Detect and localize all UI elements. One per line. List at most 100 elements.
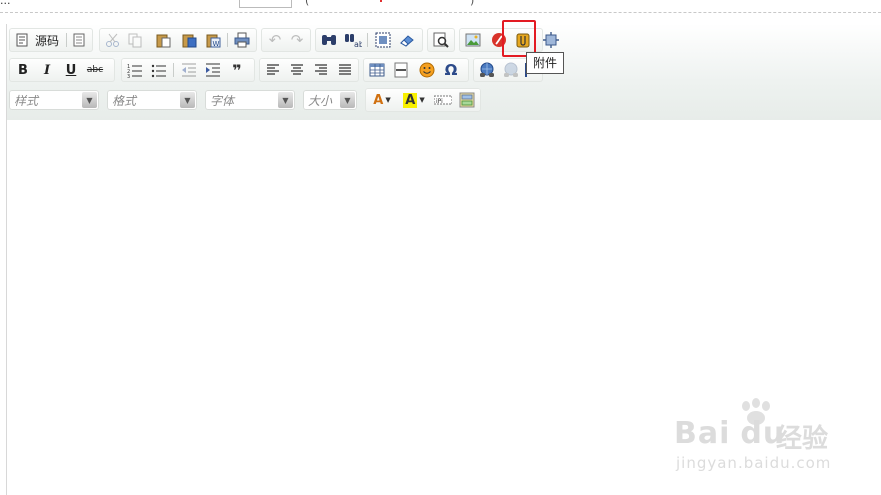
horizontal-rule-button[interactable] <box>391 61 411 79</box>
chevron-down-icon[interactable]: ▼ <box>278 92 293 108</box>
top-strip: ... ( ) <box>0 0 881 12</box>
paste-text-button[interactable] <box>179 31 199 49</box>
ordered-list-icon: 123 <box>127 64 142 78</box>
undo-button[interactable]: ↶ <box>265 31 285 49</box>
redo-icon: ↷ <box>290 31 304 49</box>
paste-text-icon <box>182 34 197 48</box>
replace-icon: ab <box>345 34 362 48</box>
bg-color-icon: A <box>403 92 418 108</box>
show-blocks-button[interactable] <box>457 91 477 109</box>
align-left-icon <box>267 64 279 75</box>
undo-icon: ↶ <box>268 31 282 49</box>
page-break-button[interactable]: iPi <box>433 91 453 109</box>
watermark-cn: 经验 <box>776 424 829 454</box>
paste-button[interactable] <box>153 31 173 49</box>
baidu-watermark: Bai du 经验 jingyan.baidu.com <box>674 398 844 478</box>
preview-icon <box>433 32 449 48</box>
style-combo[interactable]: 样式 ▼ <box>9 90 99 110</box>
remove-format-button[interactable] <box>397 31 417 49</box>
find-button[interactable] <box>319 31 339 49</box>
cut-button[interactable] <box>103 31 123 49</box>
size-combo-label: 大小 <box>308 94 333 108</box>
copy-icon <box>128 33 142 48</box>
chevron-down-icon[interactable]: ▼ <box>82 92 97 108</box>
size-combo[interactable]: 大小 ▼ <box>303 90 357 110</box>
bg-color-button[interactable]: A ▼ <box>401 91 427 109</box>
special-char-button[interactable]: Ω <box>441 61 461 79</box>
table-button[interactable] <box>367 61 387 79</box>
copy-button[interactable] <box>125 31 145 49</box>
group-preview <box>427 28 455 52</box>
strike-button[interactable]: abc <box>85 61 105 79</box>
align-justify-button[interactable] <box>335 61 355 79</box>
show-blocks-icon <box>459 92 475 108</box>
align-left-button[interactable] <box>263 61 283 79</box>
chevron-down-icon: ▼ <box>385 96 391 104</box>
source-label[interactable]: 源码 <box>33 31 61 49</box>
image-button[interactable] <box>463 31 483 49</box>
align-center-icon <box>291 64 303 75</box>
italic-button[interactable]: I <box>37 61 57 79</box>
image-icon <box>465 33 481 47</box>
redo-button[interactable]: ↷ <box>287 31 307 49</box>
preview-button[interactable] <box>431 31 451 49</box>
attachment-tooltip: 附件 <box>526 52 565 74</box>
link-icon <box>480 62 494 77</box>
font-combo-label: 字体 <box>210 94 235 108</box>
maximize-icon <box>543 32 559 48</box>
maximize-button[interactable] <box>541 31 561 49</box>
smiley-icon <box>419 62 435 78</box>
bold-button[interactable]: B <box>13 61 33 79</box>
chevron-down-icon[interactable]: ▼ <box>180 92 195 108</box>
smiley-button[interactable] <box>417 61 437 79</box>
group-text-style: B I U abc <box>9 58 115 82</box>
print-button[interactable] <box>232 31 252 49</box>
bullet-list-button[interactable] <box>149 61 169 79</box>
blockquote-button[interactable]: ❞ <box>227 60 247 80</box>
format-combo[interactable]: 格式 ▼ <box>107 90 197 110</box>
toolbar-separator <box>173 63 174 77</box>
svg-text:ab: ab <box>354 40 362 48</box>
chevron-down-icon: ▼ <box>419 96 425 104</box>
editor-toolbar: 源码 W ↶ ↷ ab B I U abc 1 2 3 ❞ Ω 样式 ▼ 格式 … <box>7 24 881 120</box>
group-source: 源码 <box>9 28 93 52</box>
underline-button[interactable]: U <box>61 61 81 79</box>
toolbar-separator <box>227 33 228 47</box>
source-button[interactable] <box>12 31 32 49</box>
ordered-list-button[interactable]: 123 <box>125 61 145 79</box>
paste-word-button[interactable]: W <box>203 31 223 49</box>
replace-button[interactable]: ab <box>343 31 363 49</box>
link-button[interactable] <box>477 61 497 79</box>
watermark-url: jingyan.baidu.com <box>676 454 832 472</box>
text-color-icon: A <box>373 92 384 108</box>
document-icon <box>16 33 28 47</box>
bullet-list-icon <box>151 64 166 78</box>
binoculars-icon <box>322 35 336 45</box>
template-icon <box>73 33 85 47</box>
align-right-icon <box>315 64 327 75</box>
group-color: A ▼ A ▼ iPi <box>365 88 481 112</box>
top-red-mark <box>380 0 382 2</box>
top-input-box[interactable] <box>239 0 292 8</box>
outdent-button[interactable] <box>179 61 199 79</box>
svg-text:iPi: iPi <box>436 98 443 105</box>
font-combo[interactable]: 字体 ▼ <box>205 90 295 110</box>
blockquote-icon: ❞ <box>232 60 242 80</box>
indent-button[interactable] <box>203 61 223 79</box>
chevron-down-icon[interactable]: ▼ <box>340 92 355 108</box>
unlink-icon <box>504 62 518 77</box>
text-color-button[interactable]: A ▼ <box>369 91 395 109</box>
group-find: ab <box>315 28 423 52</box>
svg-text:W: W <box>213 40 220 48</box>
group-insert: Ω <box>363 58 469 82</box>
template-button[interactable] <box>69 31 89 49</box>
paste-icon <box>156 34 171 48</box>
align-right-button[interactable] <box>311 61 331 79</box>
scissors-icon <box>106 33 119 47</box>
align-center-button[interactable] <box>287 61 307 79</box>
unlink-button[interactable] <box>501 61 521 79</box>
eraser-icon <box>400 35 414 47</box>
select-all-icon <box>375 32 391 48</box>
select-all-button[interactable] <box>373 31 393 49</box>
style-combo-label: 样式 <box>14 94 39 108</box>
